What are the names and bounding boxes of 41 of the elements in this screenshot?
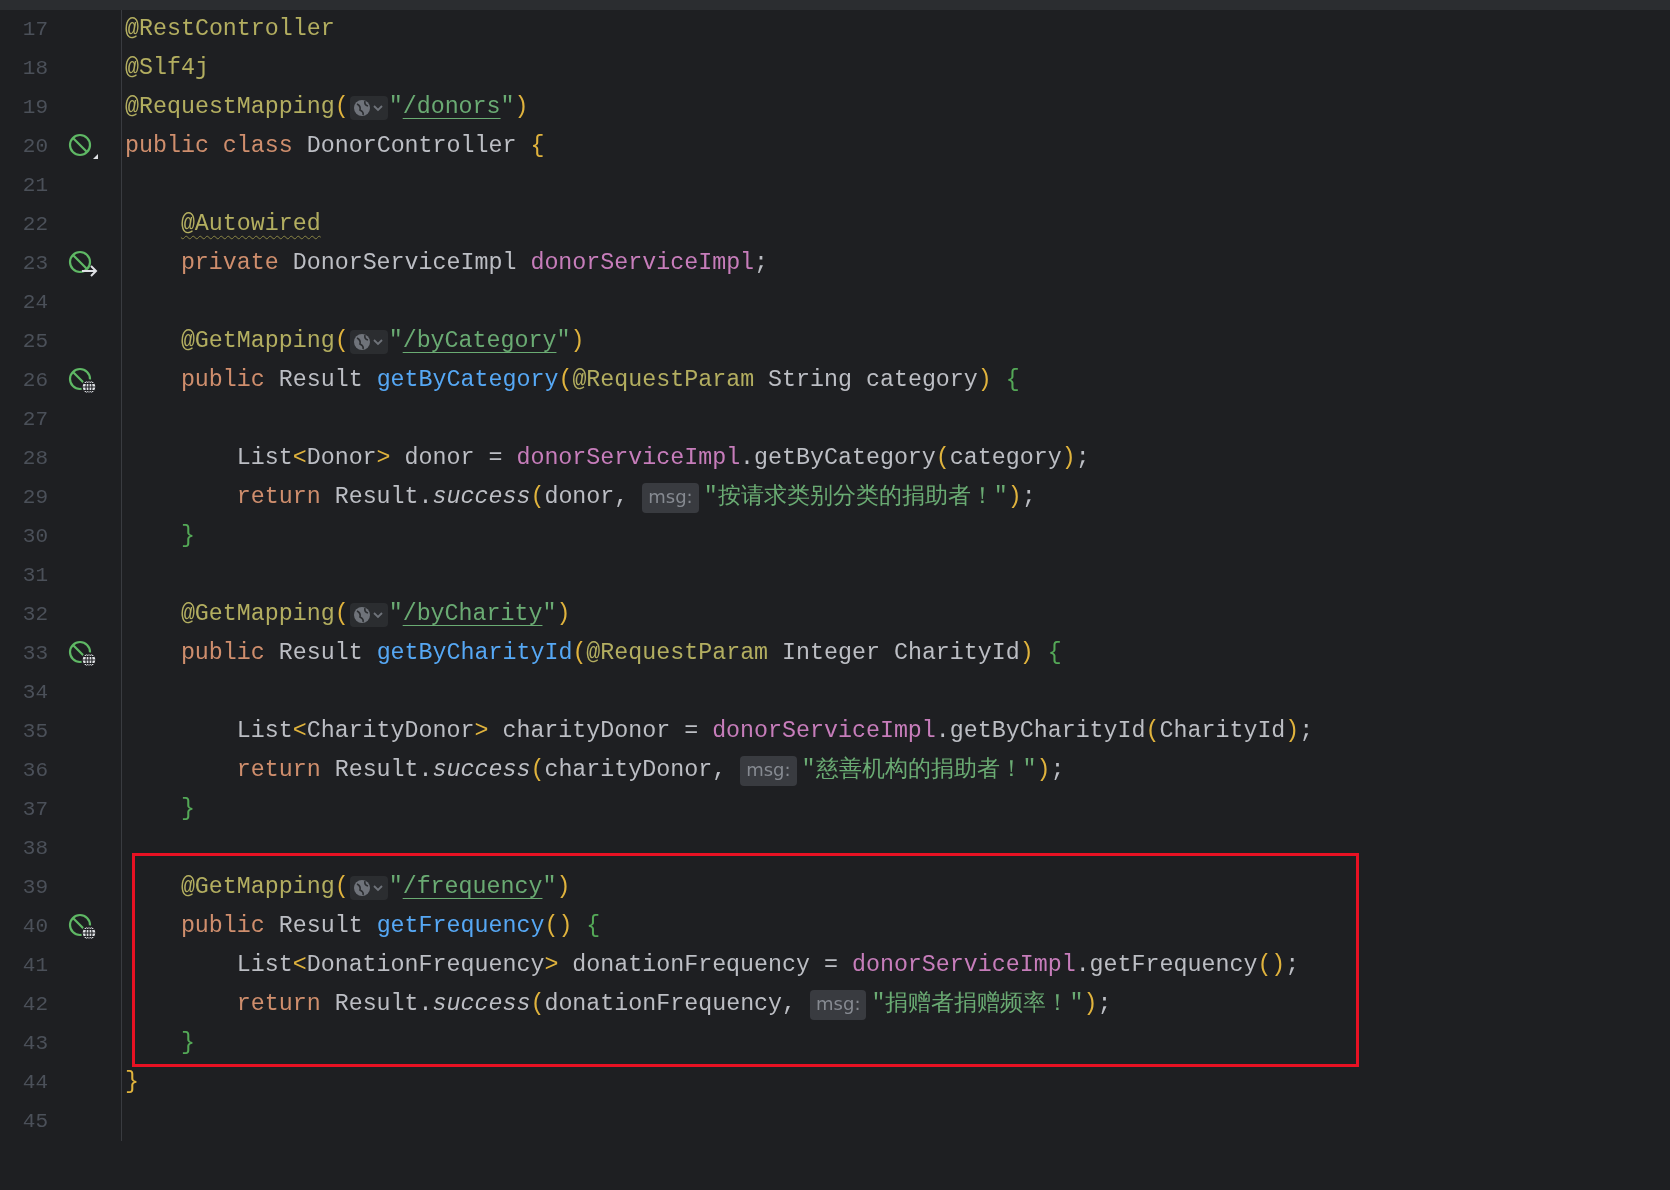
- parameter-hint: msg:: [642, 482, 699, 513]
- code-text: "慈善机构的捐助者！");: [801, 755, 1065, 785]
- endpoint-globe-icon[interactable]: [349, 95, 388, 120]
- code-text: @GetMapping(: [180, 873, 349, 902]
- code-line: }: [179, 522, 196, 551]
- code-line: public Result getFrequency() {: [179, 912, 602, 941]
- code-line: public class DonorController {: [125, 132, 546, 161]
- code-line: List<Donor> donor = donorServiceImpl.getByCategory(category);: [235, 444, 1091, 473]
- leaf-globe-icon[interactable]: [68, 639, 98, 668]
- endpoint-globe-icon[interactable]: [349, 329, 388, 354]
- leaf-globe-icon[interactable]: [68, 912, 98, 941]
- code-line: public Result getByCharityId(@RequestParam Integer CharityId) {: [179, 639, 1063, 668]
- leaf-icon[interactable]: [68, 132, 98, 161]
- parameter-hint: msg:: [740, 755, 797, 786]
- code-line: @RestController: [125, 15, 336, 44]
- code-line: List<CharityDonor> charityDonor = donorServiceImpl.getByCharityId(CharityId);: [235, 717, 1315, 746]
- code-text: @RequestMapping(: [125, 93, 349, 122]
- code-text: "/byCharity"): [388, 600, 571, 629]
- leaf-globe-icon[interactable]: [68, 366, 98, 395]
- code-line: }: [179, 795, 196, 824]
- code-text: "按请求类别分类的捐助者！");: [703, 483, 1036, 512]
- code-text: return Result.success(charityDonor,: [236, 756, 728, 785]
- code-text: return Result.success(donationFrequency,: [236, 990, 798, 1019]
- code-text: @GetMapping(: [180, 600, 349, 629]
- code-text: return Result.success(donor,: [236, 483, 630, 512]
- leaf-arrow-icon[interactable]: [68, 249, 98, 278]
- parameter-hint: msg:: [810, 989, 867, 1020]
- code-line: }: [125, 1068, 140, 1097]
- endpoint-globe-icon[interactable]: [349, 602, 388, 627]
- code-line: @Slf4j: [125, 54, 210, 83]
- code-text: "/frequency"): [388, 873, 571, 902]
- code-line: }: [179, 1029, 196, 1058]
- code-text: "/donors"): [388, 93, 529, 122]
- code-text: "/byCategory"): [388, 327, 585, 356]
- code-line: List<DonationFrequency> donationFrequency = donorServiceImpl.getFrequency();: [235, 951, 1301, 980]
- code-line: public Result getByCategory(@RequestParam String category) {: [179, 366, 1021, 395]
- code-line: private DonorServiceImpl donorServiceImpl;: [179, 249, 770, 278]
- code-text: "捐赠者捐赠频率！");: [871, 990, 1112, 1019]
- code-line: @Autowired: [179, 210, 322, 239]
- endpoint-globe-icon[interactable]: [349, 875, 388, 900]
- code-text: @GetMapping(: [180, 327, 349, 356]
